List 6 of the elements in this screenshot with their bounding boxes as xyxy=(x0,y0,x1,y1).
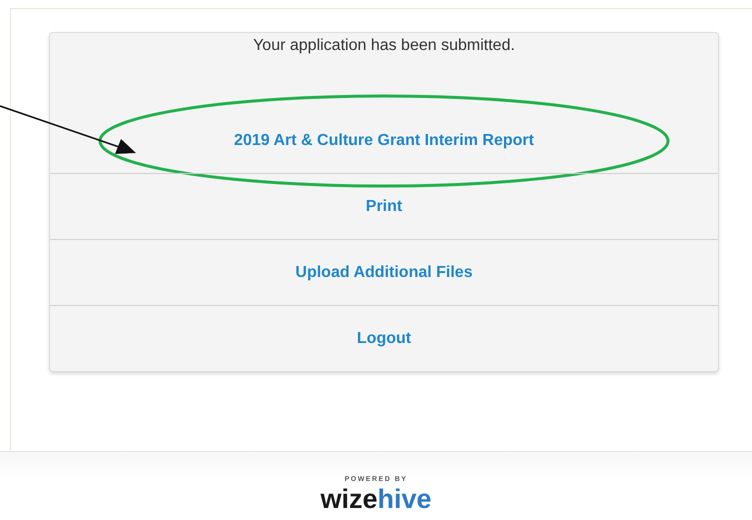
link[interactable]: Print xyxy=(366,198,402,216)
link[interactable]: Logout xyxy=(356,330,412,348)
link[interactable]: 2019 Art & Culture Grant Interim Report xyxy=(234,132,534,150)
submitted-message: Your application has been submitted. xyxy=(252,36,516,56)
logo: wizehive xyxy=(320,484,432,514)
link[interactable]: Upload Additional Files xyxy=(295,264,473,282)
